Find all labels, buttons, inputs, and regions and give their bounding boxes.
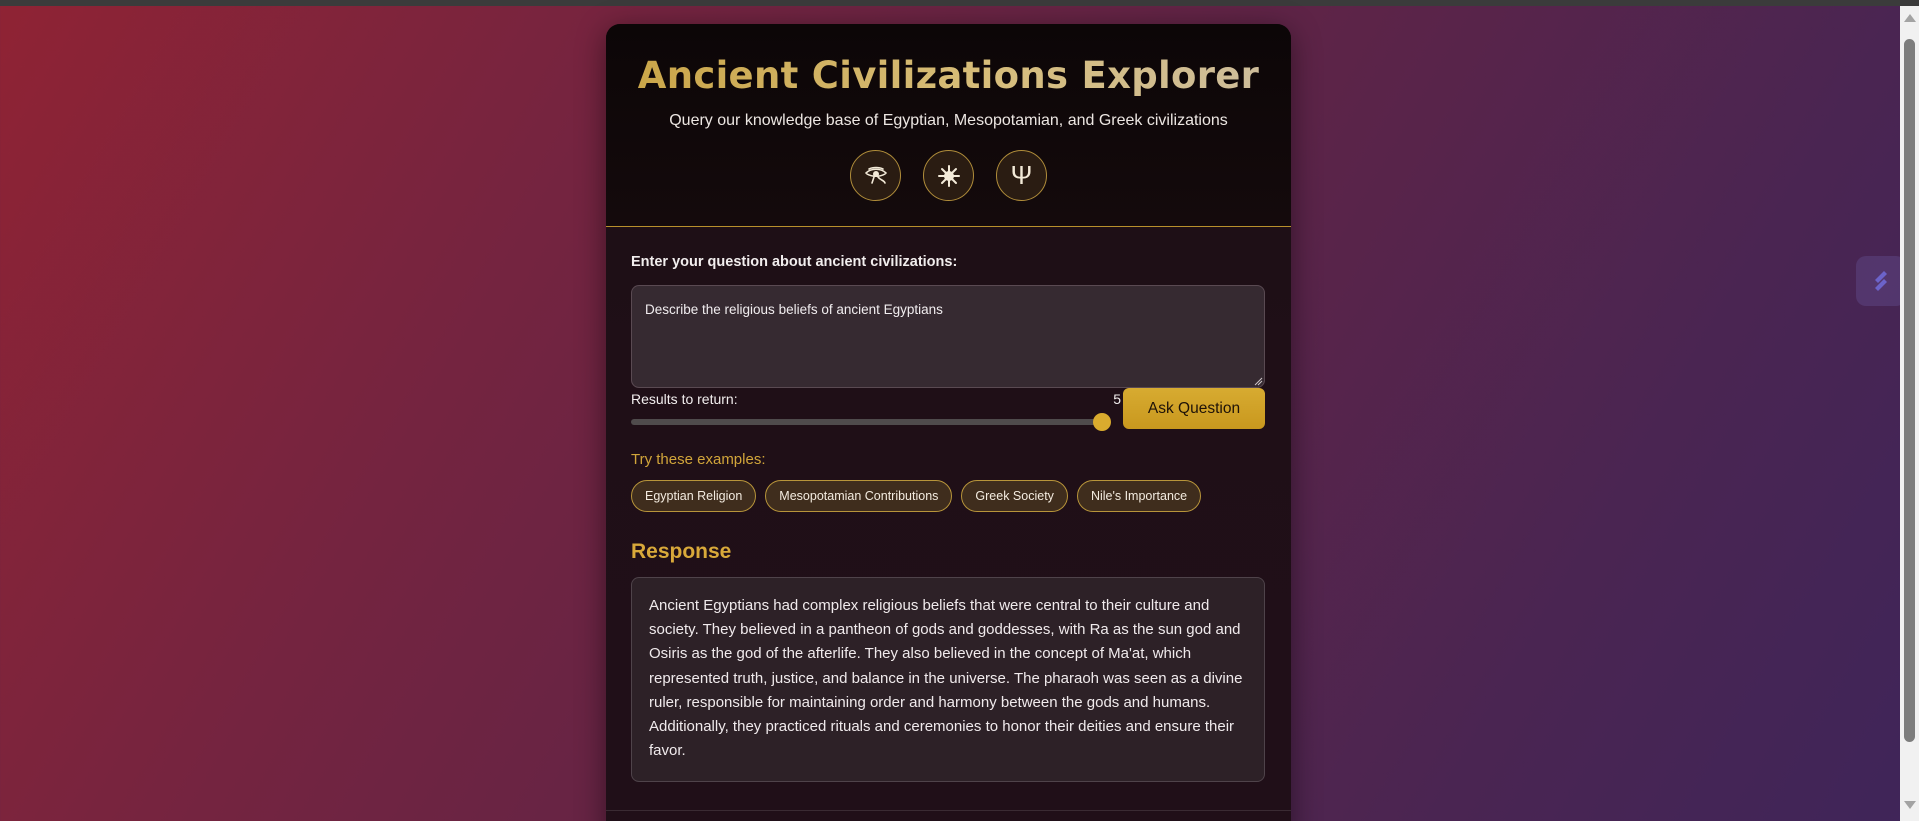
response-title: Response <box>631 540 732 563</box>
examples-label: Try these examples: <box>631 451 766 468</box>
results-slider-track[interactable] <box>631 419 1101 425</box>
floating-extension-button[interactable] <box>1856 256 1906 306</box>
sun-star-icon[interactable] <box>923 150 974 201</box>
card-divider <box>606 810 1291 811</box>
example-chips: Egyptian Religion Mesopotamian Contribut… <box>631 480 1202 512</box>
page-subtitle: Query our knowledge base of Egyptian, Me… <box>669 112 1228 129</box>
card-header: Ancient Civilizations Explorer Query our… <box>606 24 1291 227</box>
psi-trident-icon[interactable]: Ψ <box>996 150 1047 201</box>
question-label: Enter your question about ancient civili… <box>631 254 958 270</box>
eye-of-horus-icon[interactable] <box>850 150 901 201</box>
question-textarea[interactable] <box>631 285 1265 388</box>
scrollbar-thumb[interactable] <box>1904 39 1915 742</box>
ask-question-button[interactable]: Ask Question <box>1123 388 1265 429</box>
response-text: Ancient Egyptians had complex religious … <box>631 577 1265 782</box>
scroll-up-arrow-icon[interactable] <box>1904 14 1916 22</box>
results-value: 5 <box>1113 391 1121 407</box>
browser-top-edge <box>0 0 1919 6</box>
civilization-icons: Ψ <box>606 150 1291 201</box>
results-slider-thumb[interactable] <box>1093 413 1111 431</box>
example-chip-mesopotamian-contributions[interactable]: Mesopotamian Contributions <box>765 480 953 512</box>
example-chip-egyptian-religion[interactable]: Egyptian Religion <box>631 480 757 512</box>
resize-grip-icon[interactable] <box>1254 377 1263 386</box>
explorer-card: Ancient Civilizations Explorer Query our… <box>606 24 1291 821</box>
example-chip-greek-society[interactable]: Greek Society <box>961 480 1068 512</box>
results-label: Results to return: <box>631 391 738 407</box>
page-title: Ancient Civilizations Explorer <box>606 54 1291 97</box>
lightning-icon <box>1875 271 1887 291</box>
example-chip-niles-importance[interactable]: Nile's Importance <box>1076 480 1202 512</box>
page-scrollbar[interactable] <box>1900 6 1919 821</box>
scroll-down-arrow-icon[interactable] <box>1904 801 1916 809</box>
